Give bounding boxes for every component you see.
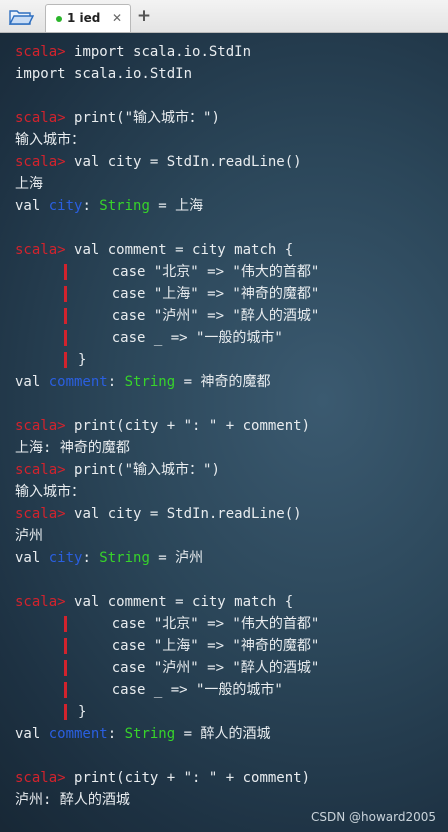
output-line: 上海: 神奇的魔都 (15, 437, 130, 459)
continuation-line: case "上海" => "神奇的魔都" (78, 635, 320, 657)
continuation-text: case "泸州" => "醉人的酒城" (78, 660, 320, 676)
output-line: 上海 (15, 173, 43, 195)
continuation-marker (64, 638, 67, 654)
command-line: scala> val comment = city match { (15, 591, 293, 613)
output-line: import scala.io.StdIn (15, 63, 192, 85)
continuation-line: case _ => "一般的城市" (78, 679, 283, 701)
add-tab-button[interactable]: + (136, 6, 152, 26)
prompt: scala> (15, 770, 66, 786)
result-type: String (124, 374, 176, 390)
continuation-marker (64, 682, 67, 698)
result-value: 上海 (175, 198, 204, 214)
command-line: scala> print(city + ": " + comment) (15, 415, 310, 437)
result-name: comment (48, 374, 108, 390)
command-text: import scala.io.StdIn (74, 44, 252, 60)
continuation-line: case "上海" => "神奇的魔都" (78, 283, 320, 305)
continuation-line: case "泸州" => "醉人的酒城" (78, 305, 320, 327)
prompt: scala> (15, 418, 66, 434)
continuation-marker (64, 264, 67, 280)
continuation-text: case "泸州" => "醉人的酒城" (78, 308, 320, 324)
result-type: String (99, 198, 150, 214)
continuation-text: } (78, 352, 87, 368)
continuation-text: case _ => "一般的城市" (78, 330, 283, 346)
output-text: 泸州 (15, 528, 43, 544)
result-line: val comment: String = 醉人的酒城 (15, 726, 271, 742)
output-text: 输入城市： (15, 484, 85, 500)
output-text: import scala.io.StdIn (15, 66, 193, 82)
continuation-line: case _ => "一般的城市" (78, 327, 283, 349)
continuation-text: case "上海" => "神奇的魔都" (78, 638, 320, 654)
continuation-line: } (78, 701, 86, 723)
prompt: scala> (15, 110, 66, 126)
result-value: 醉人的酒城 (200, 726, 271, 742)
prompt: scala> (15, 462, 66, 478)
command-line: scala> import scala.io.StdIn (15, 41, 251, 63)
continuation-line: case "泸州" => "醉人的酒城" (78, 657, 320, 679)
continuation-text: case "北京" => "伟大的首都" (78, 264, 320, 280)
continuation-marker (64, 704, 67, 720)
continuation-text: case "上海" => "神奇的魔都" (78, 286, 320, 302)
command-line: scala> print("输入城市：") (15, 459, 220, 481)
tab-label: 1 ied (67, 11, 101, 25)
command-text: print(city + ": " + comment) (74, 770, 311, 786)
continuation-line: case "北京" => "伟大的首都" (78, 613, 320, 635)
watermark: CSDN @howard2005 (310, 810, 436, 824)
result-type: String (124, 726, 176, 742)
output-text: 输入城市： (15, 132, 85, 148)
continuation-marker (64, 616, 67, 632)
continuation-marker (64, 330, 67, 346)
command-text: val city = StdIn.readLine() (74, 154, 302, 170)
command-line: scala> val city = StdIn.readLine() (15, 151, 302, 173)
output-text: 上海: 神奇的魔都 (15, 440, 130, 456)
terminal-output[interactable]: scala> import scala.io.StdIn import scala… (0, 33, 448, 832)
prompt: scala> (15, 44, 66, 60)
output-text: 上海 (15, 176, 43, 192)
continuation-text: case _ => "一般的城市" (78, 682, 283, 698)
continuation-text: case "北京" => "伟大的首都" (78, 616, 320, 632)
command-line: scala> print(city + ": " + comment) (15, 767, 310, 789)
output-text: 泸州: 醉人的酒城 (15, 792, 130, 808)
command-line: scala> print("输入城市：") (15, 107, 220, 129)
prompt: scala> (15, 154, 66, 170)
result-name: city (48, 550, 83, 566)
command-text: print(city + ": " + comment) (74, 418, 311, 434)
close-icon[interactable]: ✕ (112, 11, 122, 25)
result-value: 神奇的魔都 (200, 374, 271, 390)
folder-icon[interactable] (8, 6, 35, 28)
command-text: print("输入城市：") (74, 110, 220, 126)
command-text: print("输入城市：") (74, 462, 220, 478)
continuation-marker (64, 352, 67, 368)
output-line: 泸州 (15, 525, 43, 547)
command-text: val comment = city match { (74, 242, 294, 258)
output-line: 输入城市： (15, 129, 85, 151)
command-line: scala> val city = StdIn.readLine() (15, 503, 302, 525)
output-line: 输入城市： (15, 481, 85, 503)
result-line: val city: String = 上海 (15, 198, 204, 214)
result-type: String (99, 550, 150, 566)
output-line: 泸州: 醉人的酒城 (15, 789, 130, 811)
status-dot-icon (56, 16, 62, 22)
result-value: 泸州 (175, 550, 204, 566)
result-line: val city: String = 泸州 (15, 550, 204, 566)
command-text: val comment = city match { (74, 594, 294, 610)
continuation-marker (64, 308, 67, 324)
continuation-marker (64, 660, 67, 676)
command-text: val city = StdIn.readLine() (74, 506, 302, 522)
tab-bar: 1 ied ✕ + (0, 0, 448, 33)
result-name: comment (48, 726, 108, 742)
prompt: scala> (15, 242, 66, 258)
prompt: scala> (15, 594, 66, 610)
prompt: scala> (15, 506, 66, 522)
command-line: scala> val comment = city match { (15, 239, 293, 261)
tab-session[interactable]: 1 ied ✕ (45, 4, 131, 32)
continuation-line: } (78, 349, 86, 371)
result-line: val comment: String = 神奇的魔都 (15, 374, 271, 390)
continuation-text: } (78, 704, 87, 720)
continuation-marker (64, 286, 67, 302)
continuation-line: case "北京" => "伟大的首都" (78, 261, 320, 283)
result-name: city (48, 198, 83, 214)
